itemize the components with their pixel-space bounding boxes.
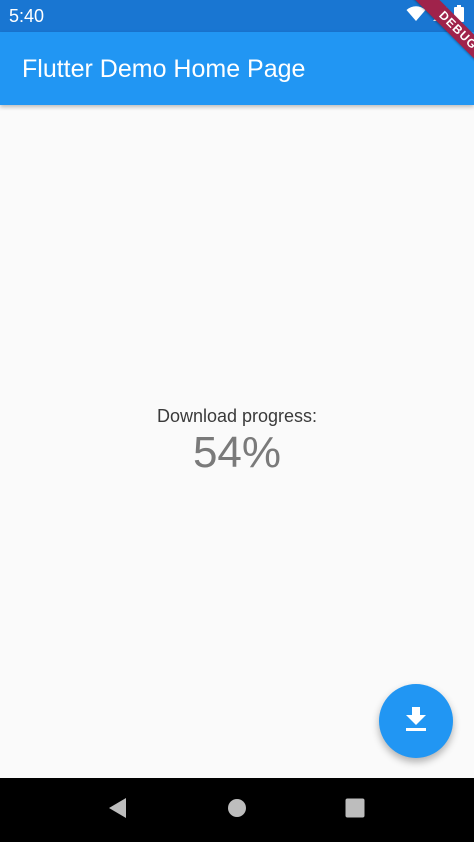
signal-icon	[432, 6, 448, 27]
nav-recents-button[interactable]	[341, 796, 369, 824]
home-icon	[227, 798, 247, 823]
download-icon	[404, 706, 428, 737]
back-icon	[106, 797, 128, 824]
recents-icon	[345, 798, 365, 823]
download-button[interactable]	[379, 684, 453, 758]
app-bar: Flutter Demo Home Page	[0, 32, 474, 105]
nav-home-button[interactable]	[223, 796, 251, 824]
nav-back-button[interactable]	[103, 796, 131, 824]
wifi-icon	[406, 5, 426, 27]
status-time: 5:40	[9, 6, 45, 26]
battery-icon	[454, 5, 464, 27]
status-icons	[406, 5, 464, 27]
page-title: Flutter Demo Home Page	[22, 55, 306, 83]
progress-value: 54%	[192, 428, 282, 477]
progress-label: Download progress:	[156, 406, 318, 426]
phone-screen: 5:40 Flutter Demo Home Page DEBUG Downlo…	[0, 0, 474, 842]
status-bar: 5:40	[0, 0, 474, 32]
system-nav-bar	[0, 778, 474, 842]
